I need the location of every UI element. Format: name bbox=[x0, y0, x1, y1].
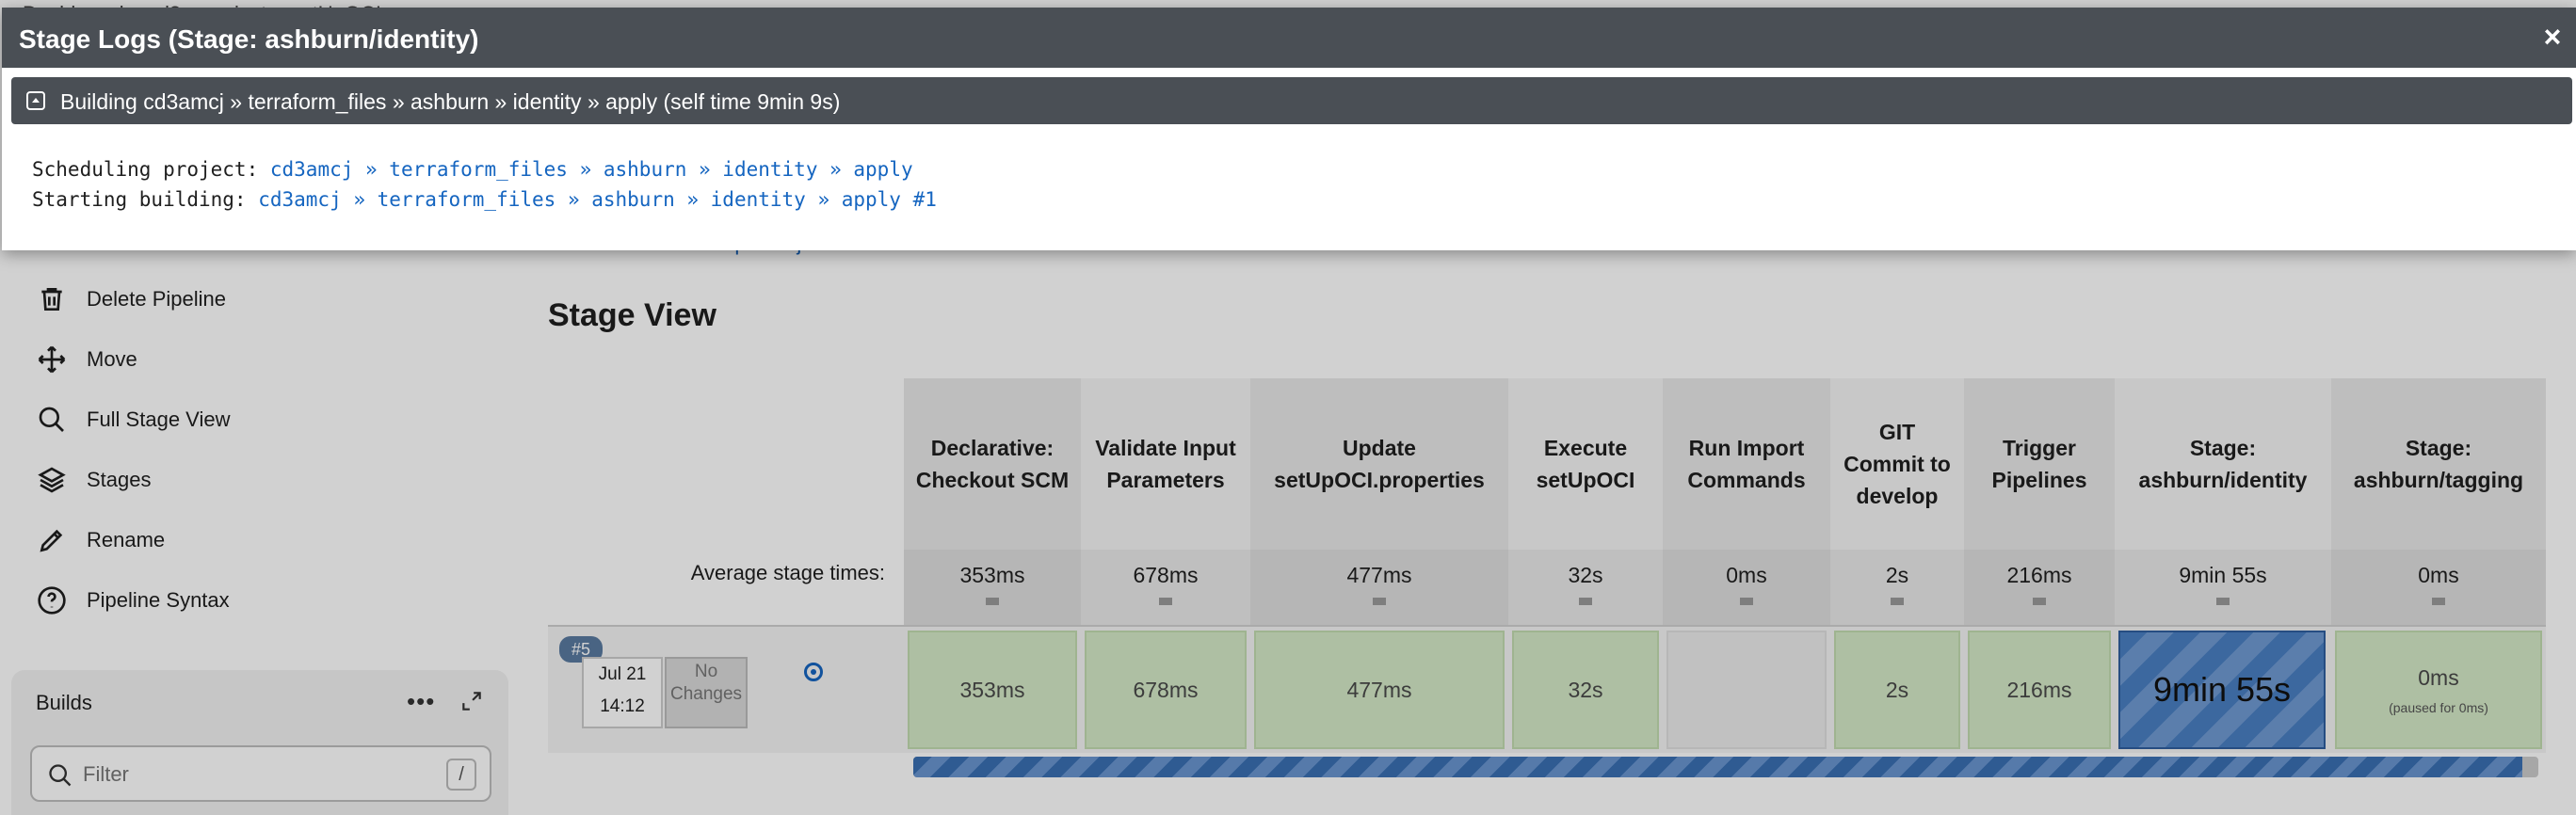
stage-logs-modal: Stage Logs (Stage: ashburn/identity) × B… bbox=[2, 8, 2576, 250]
log-line-link[interactable]: cd3amcj » terraform_files » ashburn » id… bbox=[258, 188, 937, 211]
log-output: Scheduling project: cd3amcj » terraform_… bbox=[32, 154, 937, 215]
log-line: Starting building: cd3amcj » terraform_f… bbox=[32, 184, 937, 215]
log-line-prefix: Scheduling project: bbox=[32, 158, 270, 181]
log-section-header[interactable]: Building cd3amcj » terraform_files » ash… bbox=[11, 77, 2572, 124]
collapse-icon[interactable] bbox=[26, 91, 45, 110]
modal-title: Stage Logs (Stage: ashburn/identity) bbox=[19, 24, 479, 54]
log-section-title: Building cd3amcj » terraform_files » ash… bbox=[60, 89, 841, 114]
log-line-prefix: Starting building: bbox=[32, 188, 259, 211]
log-line-link[interactable]: cd3amcj » terraform_files » ashburn » id… bbox=[270, 158, 913, 181]
log-line: Scheduling project: cd3amcj » terraform_… bbox=[32, 154, 937, 184]
close-icon[interactable]: × bbox=[2536, 20, 2568, 54]
modal-header: Stage Logs (Stage: ashburn/identity) × bbox=[2, 8, 2576, 68]
